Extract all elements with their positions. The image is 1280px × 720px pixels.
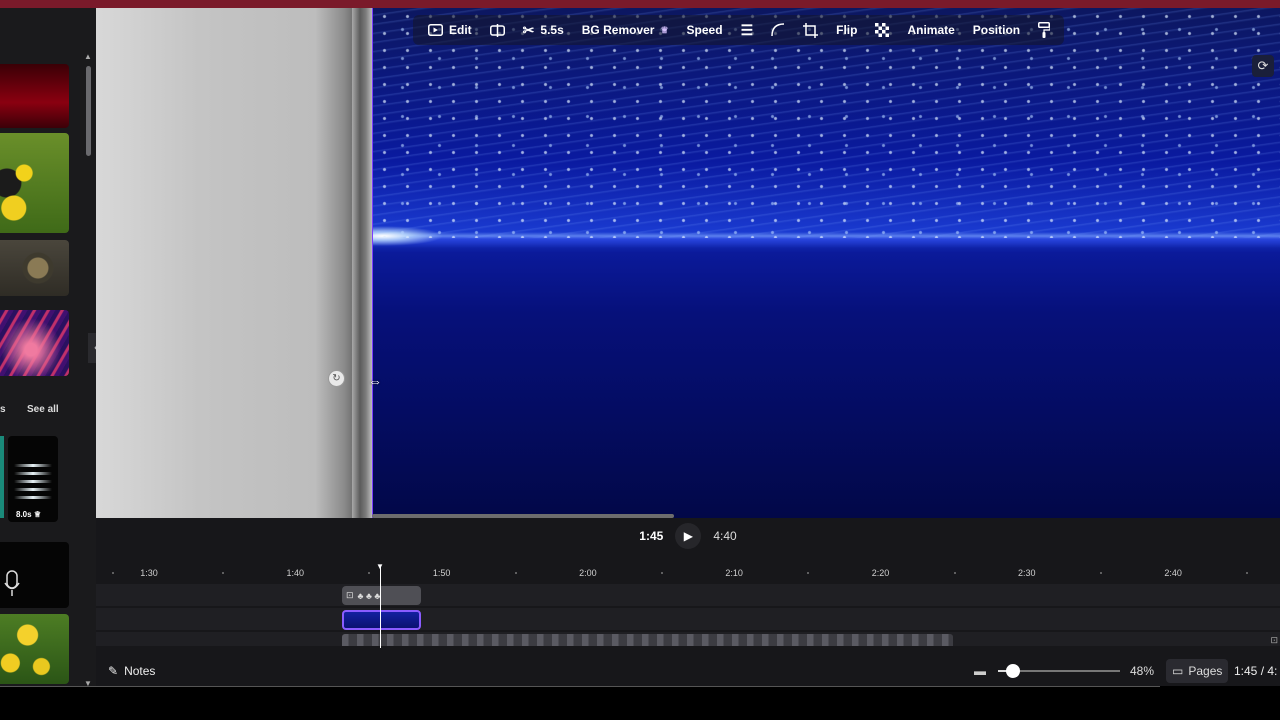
speed-button[interactable]: Speed (678, 15, 732, 45)
notes-button[interactable]: ✎ Notes (108, 664, 155, 678)
microphone-icon (4, 570, 20, 596)
speed-label: Speed (686, 23, 723, 37)
transparency-button[interactable] (866, 15, 898, 45)
trim-icon (489, 23, 505, 37)
refresh-icon[interactable]: ⟳ (1252, 55, 1274, 77)
timeline-clip-video-selected[interactable] (342, 610, 421, 630)
timeline-tick-label: 2:20 (871, 568, 890, 578)
timeline-tick-label: 2:10 (725, 568, 743, 578)
paint-roller-icon (1038, 22, 1051, 38)
playhead[interactable] (380, 566, 381, 648)
page-divider (352, 8, 372, 518)
timeline-tick-dot (112, 572, 114, 574)
timeline-tick-dot (222, 572, 225, 574)
position-button[interactable]: Position (964, 15, 1029, 45)
play-button[interactable]: ▶ (675, 523, 702, 549)
total-time: 4:40 (713, 529, 737, 543)
split-duration-label: 5.5s (540, 23, 564, 37)
crown-icon: ♕ (33, 510, 41, 519)
timeline-tick-dot (1099, 572, 1102, 574)
pages-icon: ▭ (1172, 664, 1184, 678)
zoom-slider[interactable] (998, 664, 1120, 678)
timeline-tick-dot (1246, 572, 1249, 574)
position-label: Position (972, 23, 1021, 37)
see-all-link[interactable]: See all (27, 404, 59, 415)
bg-remover-label: BG Remover (581, 23, 655, 37)
animate-label: Animate (907, 23, 955, 37)
editor-canvas: ↻ ⇔ ⟳ (96, 8, 1280, 518)
timeline-view-icon[interactable]: ▬ (974, 664, 986, 678)
media-thumbnail-abstract[interactable] (0, 310, 69, 376)
notes-label: Notes (124, 664, 156, 678)
edit-button[interactable]: Edit (419, 15, 481, 45)
crown-icon: ♕ (660, 24, 669, 35)
timeline-tick-label: 1:30 (140, 568, 158, 578)
pages-label: Pages (1188, 664, 1223, 678)
flip-button[interactable]: Flip (827, 15, 866, 45)
scroll-up-icon[interactable]: ▲ (84, 52, 92, 61)
timeline-tick-dot (807, 572, 810, 574)
page-time-display: 1:45 / 4: (1234, 664, 1278, 678)
timeline-tick-label: 2:00 (579, 568, 597, 578)
media-thumbnail-speaker[interactable] (0, 240, 69, 296)
play-icon: ▶ (683, 529, 693, 543)
copy-style-button[interactable] (1029, 15, 1059, 45)
timeline-tick-label: 2:40 (1164, 568, 1182, 578)
video-duration-badge: 8.0s ♕ (16, 510, 41, 519)
timeline-tick-label: 1:40 (286, 568, 305, 578)
bottom-bar: ✎ Notes ▬ 48% ▭ Pages 1:45 / 4: (96, 656, 1280, 686)
resize-cursor-icon: ⇔ (368, 373, 382, 389)
media-panel: s See all 8.0s ♕ ▲ ▼ (0, 8, 96, 688)
zoom-slider-knob[interactable] (1005, 664, 1020, 678)
bottom-divider (0, 686, 1160, 687)
media-thumbnail-teal[interactable] (0, 436, 4, 518)
top-accent-bar (0, 0, 1280, 8)
timeline-clip-image[interactable]: ⊡ ♣ ♣ ♣ (342, 586, 421, 605)
panel-scrollbar[interactable]: ▲ ▼ (84, 52, 92, 688)
gray-page-preview[interactable] (96, 8, 354, 518)
scroll-thumb[interactable] (86, 66, 91, 156)
playback-bar: 1:45 ▶ 4:40 (96, 518, 1280, 554)
video-element[interactable] (372, 8, 1280, 518)
notes-icon: ✎ (108, 664, 119, 678)
timeline-track (96, 584, 1280, 606)
bg-remover-button[interactable]: BG Remover ♕ (573, 15, 678, 45)
trim-button[interactable] (481, 15, 514, 45)
scissors-icon: ✂ (522, 21, 535, 38)
timeline-tick-dot (661, 572, 664, 574)
corner-rounding-button[interactable] (762, 15, 794, 45)
split-button[interactable]: ✂ 5.5s (514, 15, 573, 45)
section-label: s (0, 404, 6, 415)
crop-icon (803, 22, 819, 38)
timeline-tick-label: 1:50 (432, 568, 451, 578)
track-end-icon: ⊡ (1270, 635, 1278, 645)
border-style-button[interactable]: ☰ (732, 15, 763, 45)
image-clip-icon: ⊡ (346, 590, 354, 600)
current-time: 1:45 (639, 529, 664, 543)
clip-thumbnail-strip: ♣ ♣ ♣ (357, 590, 381, 601)
animate-button[interactable]: Animate (898, 15, 963, 45)
media-thumbnail-butterfly[interactable] (0, 133, 69, 233)
timeline-tick-dot (953, 572, 956, 574)
element-toolbar: Edit ✂ 5.5s BG Remover ♕ Speed ☰ Flip An… (413, 15, 1064, 45)
timeline-ruler[interactable]: 1:30 1:40 1:50 2:00 2:10 2:20 2:30 2:40 (96, 562, 1280, 584)
timeline-tick-dot (514, 572, 517, 574)
crop-button[interactable] (794, 15, 827, 45)
transparency-icon (875, 23, 890, 37)
media-thumbnail-flowers[interactable] (0, 614, 69, 684)
corner-rounding-icon (771, 23, 785, 37)
media-thumbnail-light-beams[interactable]: 8.0s ♕ (8, 436, 58, 522)
media-thumbnail-red[interactable] (0, 64, 69, 128)
edit-label: Edit (449, 23, 472, 37)
edit-video-icon (428, 24, 443, 36)
border-style-icon: ☰ (740, 21, 754, 38)
timeline-tick-label: 2:30 (1018, 568, 1036, 578)
timeline-track (96, 608, 1280, 630)
pages-button[interactable]: ▭ Pages (1166, 659, 1229, 683)
timeline-tick-dot (368, 572, 371, 574)
timeline-clip-audio[interactable] (342, 634, 953, 646)
rotate-handle-icon[interactable]: ↻ (328, 370, 345, 387)
flip-label: Flip (836, 23, 858, 37)
zoom-level[interactable]: 48% (1130, 664, 1154, 678)
